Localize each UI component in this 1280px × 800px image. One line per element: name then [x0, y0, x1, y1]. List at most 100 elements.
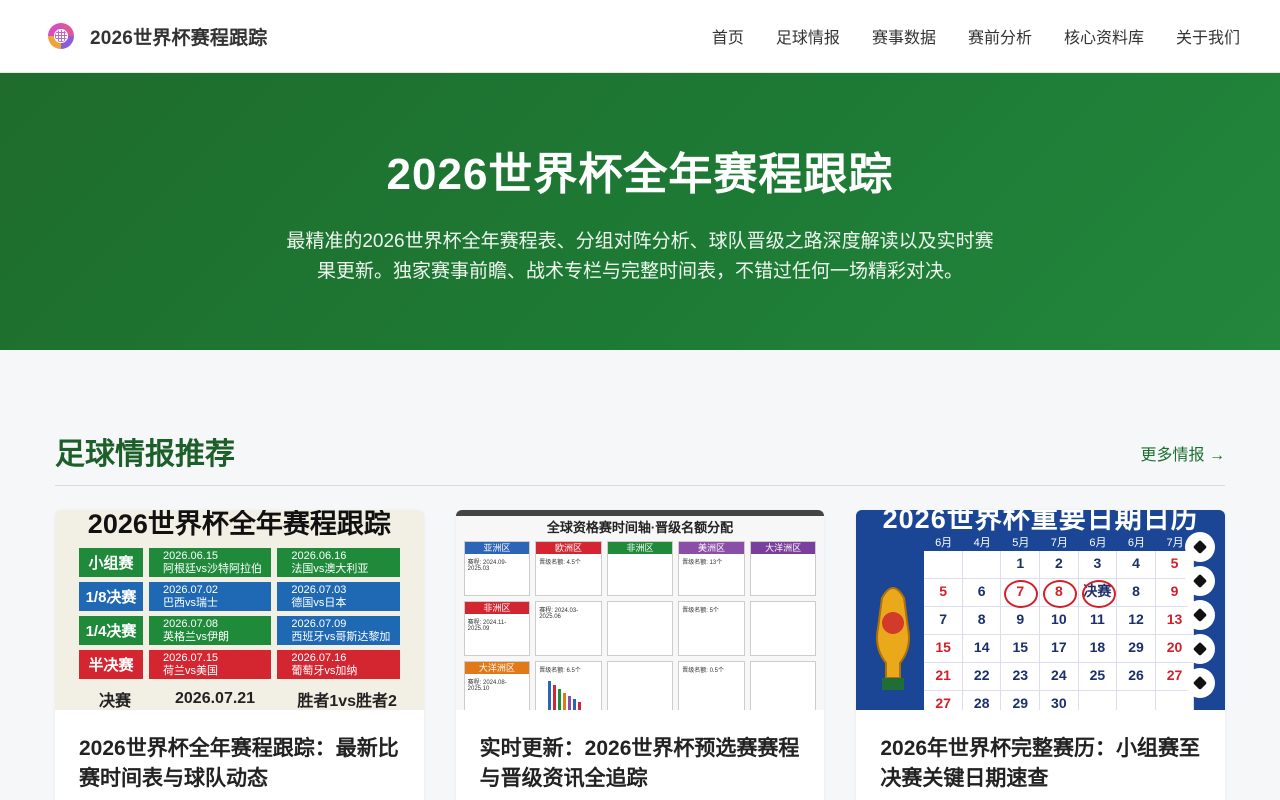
news-card[interactable]: 2026世界杯全年赛程跟踪 小组赛 2026.06.15 阿根廷vs沙特阿拉伯 2…	[55, 510, 424, 800]
match-date: 2026.07.08	[163, 618, 219, 630]
zone-info: 晋级名额: 13个	[682, 560, 723, 566]
zone-info: 晋级名额: 6.5个	[539, 668, 581, 674]
qualifier-zone-box: 亚洲区赛程: 2024.09-2025.03	[463, 541, 531, 596]
calendar-day: 29	[1001, 691, 1041, 710]
final-stage: 决赛	[99, 693, 132, 710]
zone-label: 大洋洲区	[464, 662, 530, 674]
nav-match-data[interactable]: 赛事数据	[872, 24, 936, 48]
trophy-icon	[876, 587, 911, 690]
nav-home[interactable]: 首页	[712, 24, 744, 48]
qualifier-zone-box	[606, 661, 674, 710]
zone-info: 晋级名额: 0.5个	[682, 668, 724, 674]
thumb-title: 全球资格赛时间轴·晋级名额分配	[546, 520, 734, 535]
calendar-month: 6月	[1127, 537, 1146, 549]
zone-label: 非洲区	[607, 542, 673, 554]
stage-label: 1/8决赛	[79, 582, 143, 611]
match-date: 2026.07.02	[163, 584, 219, 596]
calendar-day: 10	[1040, 607, 1079, 635]
match-cell: 2026.07.09 西班牙vs哥斯达黎加	[277, 616, 400, 645]
more-news-link[interactable]: 更多情报 →	[1141, 441, 1225, 465]
calendar-day: 25	[1078, 663, 1118, 691]
calendar-day	[924, 551, 963, 579]
qualifier-zone-box: 大洋洲区	[749, 541, 817, 596]
mini-bar	[568, 696, 572, 710]
match-cell: 2026.06.16 法国vs澳大利亚	[277, 548, 400, 577]
card-thumbnail-schedule[interactable]: 2026世界杯全年赛程跟踪 小组赛 2026.06.15 阿根廷vs沙特阿拉伯 2…	[55, 510, 424, 710]
match-teams: 英格兰vs伊朗	[163, 631, 229, 643]
logo-icon[interactable]	[48, 23, 74, 49]
thumb-title: 2026世界杯全年赛程跟踪	[87, 510, 391, 539]
calendar-day: 决赛	[1078, 579, 1118, 608]
calendar-month: 4月	[973, 537, 991, 549]
card-title[interactable]: 实时更新：2026世界杯预选赛赛程与晋级资讯全追踪	[456, 710, 825, 794]
calendar-month-row: 6月 4月 5月 7月 6月 6月 7月	[924, 535, 1195, 551]
football-icon	[1185, 668, 1216, 698]
match-date: 2026.07.16	[291, 652, 347, 664]
qualifier-zone-box: 晋级名额: 6.5个	[535, 661, 602, 710]
calendar-day: 29	[1117, 635, 1156, 663]
nav-core-library[interactable]: 核心资料库	[1064, 24, 1144, 48]
zone-info: 赛程: 2024.09-2025.03	[467, 560, 507, 572]
news-card[interactable]: 全球资格赛时间轴·晋级名额分配 亚洲区 赛程: 2024.09-2025.03 欧洲…	[455, 510, 825, 800]
thumb-title: 2026世界杯重要日期日历	[882, 510, 1199, 534]
match-cell: 2026.07.15 荷兰vs美国	[149, 650, 272, 679]
schedule-table: 小组赛 2026.06.15 阿根廷vs沙特阿拉伯 2026.06.16 法国vs澳…	[79, 548, 400, 710]
mini-bar	[563, 693, 567, 710]
card-title[interactable]: 2026年世界杯完整赛历：小组赛至决赛关键日期速查	[856, 710, 1225, 794]
calendar-day: 8	[1040, 579, 1079, 608]
calendar-grid: 1 2 3 4 5 5 6 7 8 决赛 8 9 7 8 9 10 11 12 13 15 14 15 17 18 29 20 21…	[924, 551, 1195, 710]
match-cell: 2026.07.08 英格兰vs伊朗	[149, 616, 272, 645]
match-date: 2026.06.15	[163, 550, 219, 562]
mini-bar	[548, 681, 552, 710]
football-icon	[1185, 634, 1216, 664]
calendar-day: 8	[962, 607, 1002, 635]
qualifier-zone-box: 非洲区	[606, 541, 674, 596]
zone-label: 美洲区	[679, 542, 744, 554]
stage-label: 半决赛	[79, 650, 143, 679]
mini-bar	[553, 685, 557, 710]
schedule-row: 1/8决赛 2026.07.02 巴西vs瑞士 2026.07.03 德国vs日本	[79, 582, 400, 611]
qualifier-zone-box	[606, 601, 674, 656]
match-teams: 阿根廷vs沙特阿拉伯	[163, 563, 262, 575]
hero-title: 2026世界杯全年赛程跟踪	[386, 150, 894, 199]
calendar-day: 18	[1078, 635, 1118, 663]
final-date: 2026.07.21	[175, 690, 256, 707]
mini-bar	[558, 689, 562, 710]
zone-info: 晋级名额: 5个	[682, 608, 719, 614]
zone-label: 亚洲区	[464, 542, 530, 554]
football-icon	[1185, 532, 1216, 562]
zone-info: 赛程: 2024.03-2025.06	[539, 608, 579, 620]
match-teams: 巴西vs瑞士	[163, 597, 218, 609]
qualifier-zone-box: 晋级名额: 0.5个	[678, 661, 745, 710]
hero-subtitle: 最精准的2026世界杯全年赛程表、分组对阵分析、球队晋级之路深度解读以及实时赛果…	[286, 231, 994, 283]
calendar-day: 21	[924, 663, 963, 691]
card-thumbnail-calendar[interactable]: 2026世界杯重要日期日历 6月 4月 5月 7月 6月 6月 7月 1 2 3 4 5 5 6 7 8 决赛…	[856, 510, 1226, 710]
site-title[interactable]: 2026世界杯赛程跟踪	[90, 23, 267, 50]
schedule-row: 1/4决赛 2026.07.08 英格兰vs伊朗 2026.07.09 西班牙vs哥…	[79, 616, 400, 645]
match-teams: 法国vs澳大利亚	[291, 563, 369, 575]
football-column	[1185, 532, 1216, 698]
calendar-day: 26	[1117, 663, 1156, 691]
match-cell: 2026.07.16 葡萄牙vs加纳	[277, 650, 400, 679]
card-thumbnail-qualifiers[interactable]: 全球资格赛时间轴·晋级名额分配 亚洲区 赛程: 2024.09-2025.03 欧洲…	[455, 510, 825, 710]
zone-info: 赛程: 2024.11-2025.09	[467, 620, 507, 632]
card-title[interactable]: 2026世界杯全年赛程跟踪：最新比赛时间表与球队动态	[55, 710, 424, 794]
calendar-day: 30	[1040, 691, 1079, 710]
section-title: 足球情报推荐	[55, 438, 235, 471]
qualifier-zone-box: 晋级名额: 5个	[678, 601, 745, 656]
mini-bar-chart	[548, 681, 582, 710]
calendar-day: 27	[924, 691, 963, 710]
calendar-day	[1079, 691, 1118, 710]
nav-about-us[interactable]: 关于我们	[1176, 24, 1240, 48]
qualifier-zone-box: 大洋洲区 赛程: 2024.08-2025.10	[463, 661, 531, 710]
mini-bar	[578, 702, 582, 710]
final-row: 决赛 2026.07.21 胜者1vs胜者2	[79, 684, 400, 710]
match-teams: 德国vs日本	[291, 597, 347, 609]
match-date: 2026.07.03	[291, 584, 347, 596]
nav-pre-match-analysis[interactable]: 赛前分析	[968, 24, 1032, 48]
match-date: 2026.07.09	[291, 618, 347, 630]
news-card[interactable]: 2026世界杯重要日期日历 6月 4月 5月 7月 6月 6月 7月 1 2 3 4 5 5 6 7 8 决赛…	[856, 510, 1226, 800]
nav-football-news[interactable]: 足球情报	[776, 24, 840, 48]
schedule-row: 半决赛 2026.07.15 荷兰vs美国 2026.07.16 葡萄牙vs加纳	[79, 650, 400, 679]
calendar-day: 28	[963, 691, 1002, 710]
